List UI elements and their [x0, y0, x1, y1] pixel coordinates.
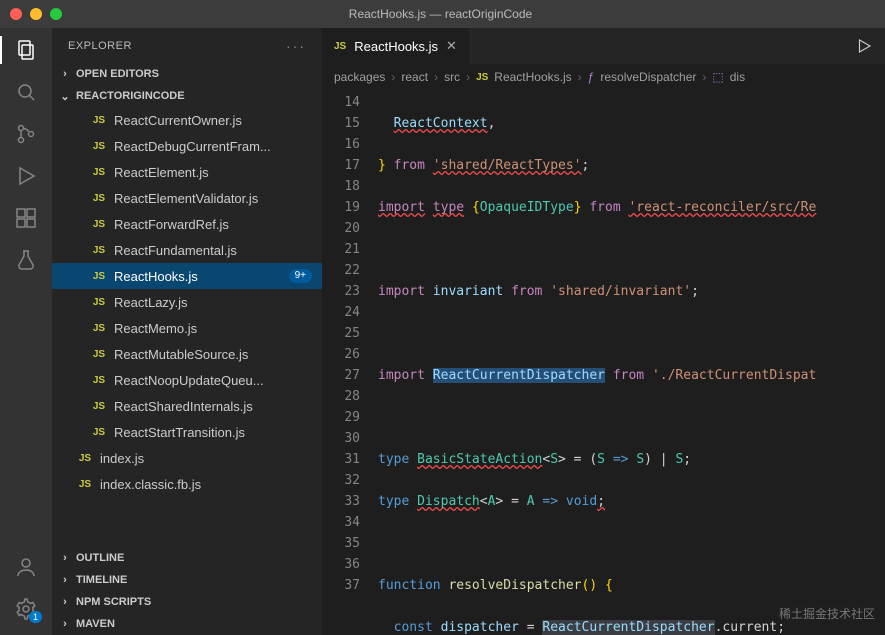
file-item[interactable]: JS ReactMutableSource.js: [52, 341, 322, 367]
file-item[interactable]: JS ReactStartTransition.js: [52, 419, 322, 445]
file-item[interactable]: JS index.classic.fb.js: [52, 471, 322, 497]
window-title: ReactHooks.js — reactOriginCode: [62, 7, 819, 21]
js-file-icon: JS: [90, 349, 108, 360]
file-item[interactable]: JS ReactDebugCurrentFram...: [52, 133, 322, 159]
explorer-title: EXPLORER: [68, 40, 132, 52]
file-tree: JS ReactCurrentOwner.js JS ReactDebugCurren…: [52, 107, 322, 547]
editor-tabs: JS ReactHooks.js ✕: [322, 28, 885, 64]
js-file-icon: JS: [476, 72, 488, 83]
explorer-sidebar: EXPLORER ··· ›OPEN EDITORS ⌄REACTORIGINC…: [52, 28, 322, 635]
js-file-icon: JS: [90, 297, 108, 308]
accounts-icon[interactable]: [14, 555, 38, 579]
file-name: ReactElementValidator.js: [114, 191, 258, 206]
variable-icon: ⬚: [712, 70, 723, 84]
outline-section[interactable]: ›OUTLINE: [52, 547, 322, 569]
file-name: index.classic.fb.js: [100, 477, 201, 492]
file-name: ReactNoopUpdateQueu...: [114, 373, 264, 388]
file-name: ReactMemo.js: [114, 321, 197, 336]
testing-icon[interactable]: [14, 248, 38, 272]
maximize-window-button[interactable]: [50, 8, 62, 20]
js-file-icon: JS: [90, 323, 108, 334]
run-debug-icon[interactable]: [14, 164, 38, 188]
maven-section[interactable]: ›MAVEN: [52, 613, 322, 635]
file-item[interactable]: JS ReactElementValidator.js: [52, 185, 322, 211]
file-item[interactable]: JS ReactForwardRef.js: [52, 211, 322, 237]
file-name: ReactFundamental.js: [114, 243, 237, 258]
js-file-icon: JS: [90, 375, 108, 386]
js-file-icon: JS: [76, 479, 94, 490]
js-file-icon: JS: [90, 115, 108, 126]
js-file-icon: JS: [334, 41, 346, 52]
file-name: ReactMutableSource.js: [114, 347, 248, 362]
tab-close-icon[interactable]: ✕: [446, 38, 457, 54]
npm-scripts-section[interactable]: ›NPM SCRIPTS: [52, 591, 322, 613]
js-file-icon: JS: [76, 453, 94, 464]
js-file-icon: JS: [90, 219, 108, 230]
editor-area: JS ReactHooks.js ✕ packages› react› src›…: [322, 28, 885, 635]
search-icon[interactable]: [14, 80, 38, 104]
code-content[interactable]: ReactContext, } from 'shared/ReactTypes'…: [378, 90, 885, 635]
open-editors-section[interactable]: ›OPEN EDITORS: [52, 63, 322, 85]
file-name: ReactStartTransition.js: [114, 425, 245, 440]
file-item[interactable]: JS ReactCurrentOwner.js: [52, 107, 322, 133]
js-file-icon: JS: [90, 141, 108, 152]
file-name: ReactSharedInternals.js: [114, 399, 253, 414]
file-item[interactable]: JS ReactLazy.js: [52, 289, 322, 315]
file-item[interactable]: JS ReactElement.js: [52, 159, 322, 185]
run-file-icon[interactable]: [843, 28, 885, 64]
file-item[interactable]: JS ReactHooks.js 9+: [52, 263, 322, 289]
file-name: ReactDebugCurrentFram...: [114, 139, 271, 154]
activity-bar: 1: [0, 28, 52, 635]
settings-badge: 1: [29, 611, 42, 623]
file-item[interactable]: JS ReactNoopUpdateQueu...: [52, 367, 322, 393]
settings-gear-icon[interactable]: 1: [14, 597, 38, 621]
file-name: ReactCurrentOwner.js: [114, 113, 242, 128]
line-number-gutter: 1415161718192021222324252627282930313233…: [322, 90, 378, 635]
file-item[interactable]: JS ReactMemo.js: [52, 315, 322, 341]
js-file-icon: JS: [90, 167, 108, 178]
js-file-icon: JS: [90, 427, 108, 438]
problems-badge: 9+: [289, 269, 312, 283]
folder-section[interactable]: ⌄REACTORIGINCODE: [52, 85, 322, 107]
code-editor[interactable]: 1415161718192021222324252627282930313233…: [322, 90, 885, 635]
js-file-icon: JS: [90, 271, 108, 282]
source-control-icon[interactable]: [14, 122, 38, 146]
explorer-icon[interactable]: [14, 38, 38, 62]
minimize-window-button[interactable]: [30, 8, 42, 20]
tab-label: ReactHooks.js: [354, 39, 438, 54]
file-name: ReactLazy.js: [114, 295, 187, 310]
close-window-button[interactable]: [10, 8, 22, 20]
file-name: ReactForwardRef.js: [114, 217, 229, 232]
file-name: ReactHooks.js: [114, 269, 198, 284]
extensions-icon[interactable]: [14, 206, 38, 230]
js-file-icon: JS: [90, 193, 108, 204]
window-controls: [10, 8, 62, 20]
timeline-section[interactable]: ›TIMELINE: [52, 569, 322, 591]
file-name: index.js: [100, 451, 144, 466]
file-item[interactable]: JS index.js: [52, 445, 322, 471]
window-titlebar: ReactHooks.js — reactOriginCode: [0, 0, 885, 28]
tab-reacthooks[interactable]: JS ReactHooks.js ✕: [322, 28, 470, 64]
function-icon: ƒ: [588, 70, 595, 84]
breadcrumbs[interactable]: packages› react› src› JSReactHooks.js› ƒ…: [322, 64, 885, 90]
explorer-more-icon[interactable]: ···: [286, 38, 306, 54]
file-name: ReactElement.js: [114, 165, 209, 180]
js-file-icon: JS: [90, 245, 108, 256]
js-file-icon: JS: [90, 401, 108, 412]
file-item[interactable]: JS ReactFundamental.js: [52, 237, 322, 263]
file-item[interactable]: JS ReactSharedInternals.js: [52, 393, 322, 419]
watermark-text: 稀土掘金技术社区: [779, 604, 875, 625]
